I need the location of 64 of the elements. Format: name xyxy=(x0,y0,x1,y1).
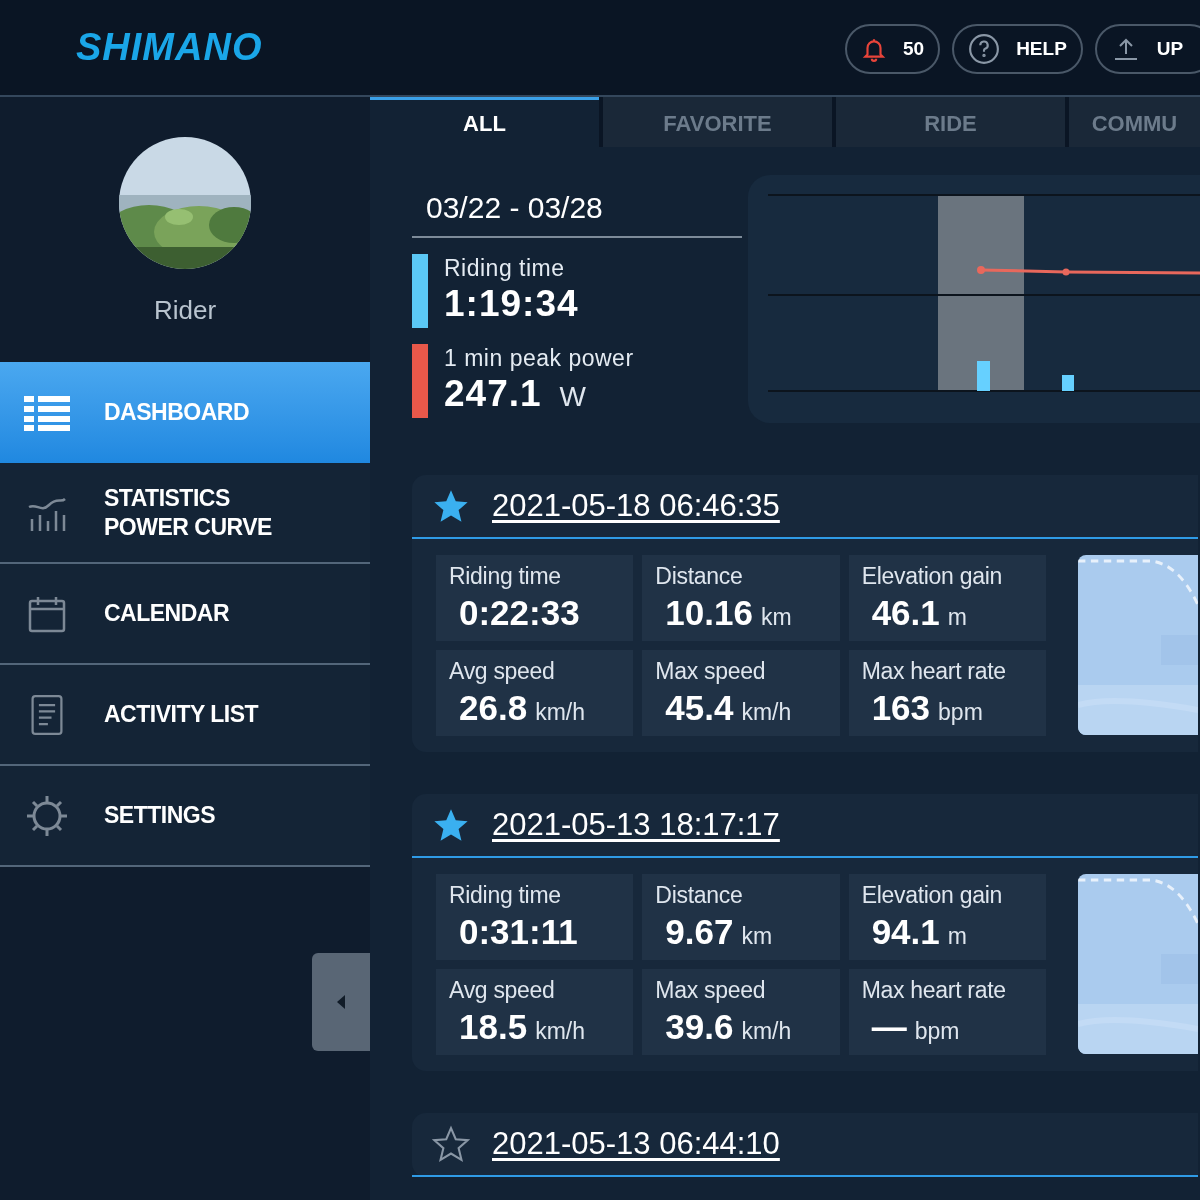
gear-icon xyxy=(25,793,69,838)
stat-value: 39.6 xyxy=(665,1006,734,1048)
stat-value: 94.1 xyxy=(871,911,940,953)
stat-unit: km xyxy=(741,922,773,951)
list-icon xyxy=(24,394,70,431)
stat-value: 10.16 xyxy=(665,592,753,634)
stat-label: Avg speed xyxy=(449,976,556,1005)
stat-label: Max heart rate xyxy=(861,976,1007,1005)
stat-label: Distance xyxy=(655,562,744,591)
date-range: 03/22 - 03/28 xyxy=(412,185,742,238)
stat-unit: km xyxy=(760,603,792,632)
metric-value: 247.1 xyxy=(444,372,542,416)
stat-unit: km/h xyxy=(535,698,585,727)
stat-unit: bpm xyxy=(938,698,983,727)
activity-date-link[interactable]: 2021-05-13 18:17:17 xyxy=(492,801,780,849)
activity-date-link[interactable]: 2021-05-13 06:44:10 xyxy=(492,1120,780,1168)
stat-value: 46.1 xyxy=(871,592,940,634)
star-icon[interactable] xyxy=(432,1125,470,1163)
stat-value: 9.67 xyxy=(665,911,734,953)
metric-label: 1 min peak power xyxy=(444,344,634,372)
help-icon xyxy=(968,33,1001,65)
stat-unit: km/h xyxy=(741,698,792,727)
stat-label: Max speed xyxy=(655,976,767,1005)
stat-label: Riding time xyxy=(449,881,562,910)
stat-unit: m xyxy=(947,922,967,951)
stat-label: Max heart rate xyxy=(861,657,1007,686)
stat-label: Riding time xyxy=(449,562,562,591)
stat-value: 0:31:11 xyxy=(459,911,578,953)
stat-value: 18.5 xyxy=(459,1006,528,1048)
upload-button[interactable]: UP xyxy=(1094,24,1200,74)
caret-left-icon xyxy=(335,994,347,1010)
help-button[interactable]: HELP xyxy=(952,24,1083,74)
stat-value: 0:22:33 xyxy=(459,592,580,634)
metric-value: 1:19:34 xyxy=(444,282,579,326)
stat-value: 163 xyxy=(871,687,931,729)
metric-label: Riding time xyxy=(444,254,566,282)
data-point xyxy=(1062,268,1070,276)
bar xyxy=(1062,375,1074,391)
stat-unit: bpm xyxy=(914,1017,960,1046)
stat-value: 45.4 xyxy=(665,687,734,729)
stat-label: Elevation gain xyxy=(861,562,1003,591)
stat-label: Elevation gain xyxy=(861,881,1003,910)
stat-value: — xyxy=(871,1006,907,1048)
logo: SHIMANO xyxy=(76,25,263,70)
stat-unit: km/h xyxy=(741,1017,792,1046)
metric-unit: W xyxy=(559,380,587,414)
bell-icon xyxy=(861,36,887,62)
activity-date-link[interactable]: 2021-05-18 06:46:35 xyxy=(492,482,780,530)
tab[interactable]: ALL xyxy=(370,97,599,147)
data-point xyxy=(977,266,985,274)
stat-label: Distance xyxy=(655,881,744,910)
stat-label: Avg speed xyxy=(449,657,556,686)
sidebar-item[interactable]: SETTINGS xyxy=(0,766,370,867)
notifications-button[interactable]: 50 xyxy=(845,24,941,74)
stat-unit: km/h xyxy=(535,1017,585,1046)
bar xyxy=(977,361,990,391)
sidebar-item[interactable]: STATISTICS POWER CURVE xyxy=(0,463,370,564)
stat-value: 26.8 xyxy=(459,687,528,729)
sidebar-item[interactable]: CALENDAR xyxy=(0,564,370,665)
sidebar-item[interactable]: ACTIVITY LIST xyxy=(0,665,370,766)
user-name: Rider xyxy=(153,294,217,327)
stat-unit: m xyxy=(947,603,967,632)
document-icon xyxy=(29,692,65,737)
stat-label: Max speed xyxy=(655,657,767,686)
